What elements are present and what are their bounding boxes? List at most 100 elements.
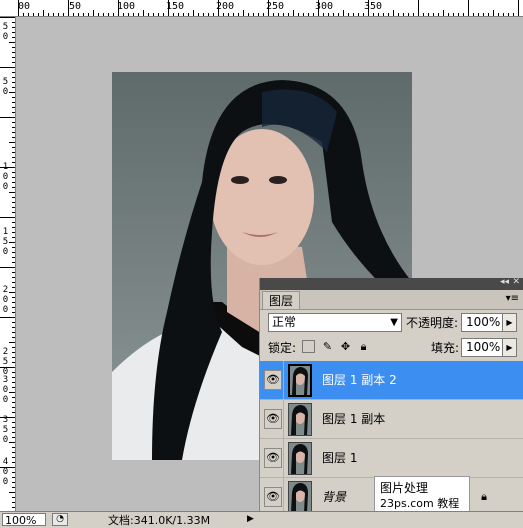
zoom-field[interactable]: 100% [2, 513, 46, 527]
ruler-tick [12, 122, 15, 123]
ruler-tick [12, 227, 15, 228]
blend-mode-select[interactable]: 正常 ▼ [268, 313, 402, 332]
ruler-tick [483, 13, 484, 16]
lock-row: 锁定: ✎ ✥ 🔒︎ 填充: 100% ▶ [260, 337, 523, 359]
ruler-tick [38, 13, 39, 16]
ruler-tick [12, 182, 15, 183]
ruler-tick [12, 132, 15, 133]
ruler-tick [9, 292, 15, 293]
ruler-label: 0 [2, 32, 9, 42]
ruler-tick [448, 13, 449, 16]
ruler-tick [43, 10, 44, 16]
ruler-tick [12, 272, 15, 273]
ruler-tick [12, 202, 15, 203]
ruler-tick [12, 112, 15, 113]
ruler-tick [12, 212, 15, 213]
ruler-tick [438, 13, 439, 16]
ruler-tick [238, 13, 239, 16]
lock-icon: 🔒︎ [481, 490, 487, 503]
ruler-tick [12, 432, 15, 433]
ruler-label: 0 [2, 467, 9, 477]
ruler-tick [268, 0, 269, 16]
ruler-tick [9, 92, 15, 93]
ruler-tick [228, 13, 229, 16]
ruler-tick [12, 197, 15, 198]
ruler-tick [188, 13, 189, 16]
move-icon[interactable]: ✥ [339, 340, 352, 353]
ruler-tick [373, 13, 374, 16]
eye-icon[interactable]: 👁︎ [264, 409, 282, 429]
ruler-label: 3 [2, 375, 9, 385]
navigator-icon[interactable]: ◔ [52, 513, 68, 526]
ruler-tick [0, 67, 15, 68]
ruler-tick [12, 322, 15, 323]
ruler-tick [12, 287, 15, 288]
blend-row: 正常 ▼ 不透明度: 100% ▶ [260, 311, 523, 335]
ruler-tick [33, 13, 34, 16]
lock-icon[interactable]: 🔒︎ [357, 340, 370, 353]
eye-icon[interactable]: 👁︎ [264, 370, 282, 390]
ruler-tick [398, 13, 399, 16]
ruler-tick [308, 13, 309, 16]
close-icon[interactable]: ✕ [512, 277, 520, 287]
ruler-label: 5 [2, 357, 9, 367]
ruler-tick [12, 62, 15, 63]
layer-name: 背景 [322, 490, 347, 504]
fill-input[interactable]: 100% [461, 338, 503, 357]
panel-menu-icon[interactable]: ▾≡ [506, 292, 519, 306]
brush-icon[interactable]: ✎ [321, 340, 334, 353]
ruler-label: 00 [18, 1, 31, 12]
panel-titlebar[interactable]: ◂◂ ✕ [260, 277, 523, 290]
ruler-label: 50 [69, 1, 82, 12]
ruler-tick [9, 242, 15, 243]
ruler-tick [12, 247, 15, 248]
ruler-tick [12, 327, 15, 328]
ruler-tick [12, 47, 15, 48]
ruler-tick [163, 13, 164, 16]
status-menu-icon[interactable]: ▶ [247, 513, 254, 526]
ruler-tick [12, 337, 15, 338]
ruler-tick [88, 13, 89, 16]
opacity-input[interactable]: 100% [461, 313, 503, 332]
ruler-label: 0 [2, 435, 9, 445]
layer-row[interactable]: 👁︎ 图层 1 副本 2 [260, 361, 523, 400]
ruler-label: 1 [2, 227, 9, 237]
status-bar: 100% ◔ 文档:341.0K/1.33M ▶ [0, 511, 523, 528]
ruler-tick [133, 13, 134, 16]
opacity-arrow-icon[interactable]: ▶ [503, 313, 517, 332]
ruler-tick [78, 13, 79, 16]
ruler-label: 0 [2, 295, 9, 305]
eye-icon[interactable]: 👁︎ [264, 448, 282, 468]
layer-row[interactable]: 👁︎ 图层 1 副本 [260, 400, 523, 439]
ruler-tick [12, 177, 15, 178]
ruler-tick [173, 13, 174, 16]
eye-icon[interactable]: 👁︎ [264, 487, 282, 507]
ruler-tick [12, 152, 15, 153]
ruler-tick [223, 13, 224, 16]
ruler-tick [123, 13, 124, 16]
ruler-tick [0, 17, 15, 18]
ruler-tick [273, 13, 274, 16]
layer-row[interactable]: 👁︎ 图层 1 [260, 439, 523, 478]
blend-mode-value: 正常 [272, 315, 297, 329]
collapse-icon[interactable]: ◂◂ [500, 277, 509, 287]
ruler-tick [288, 13, 289, 16]
ruler-tick [12, 57, 15, 58]
ruler-tick [383, 13, 384, 16]
ruler-tick [12, 147, 15, 148]
ruler-tick [0, 267, 15, 268]
ruler-label: 0 [2, 182, 9, 192]
ruler-tick [168, 0, 169, 16]
tab-layers[interactable]: 图层 [262, 291, 301, 309]
ruler-tick [303, 13, 304, 16]
fill-arrow-icon[interactable]: ▶ [503, 338, 517, 357]
ruler-tick [12, 297, 15, 298]
ruler-tick [12, 102, 15, 103]
lock-transparent-icon[interactable] [302, 340, 315, 353]
layer-name: 图层 1 副本 2 [322, 373, 397, 387]
ruler-tick [293, 10, 294, 16]
ruler-tick [53, 13, 54, 16]
ruler-tick [9, 342, 15, 343]
ruler-tick [12, 137, 15, 138]
chevron-down-icon: ▼ [390, 317, 398, 328]
